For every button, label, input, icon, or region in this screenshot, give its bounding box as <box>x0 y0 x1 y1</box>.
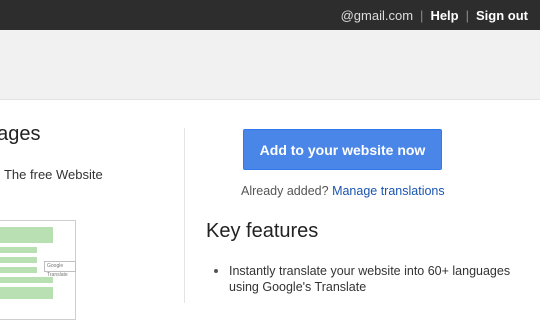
translate-widget-icon: Google Translate <box>44 261 76 278</box>
already-added-text: Already added? <box>241 184 329 198</box>
account-links: @gmail.com | Help | Sign out <box>341 8 528 23</box>
manage-translations-link[interactable]: Manage translations <box>332 184 445 198</box>
thumb-block <box>0 247 37 253</box>
top-bar: @gmail.com | Help | Sign out <box>0 0 540 30</box>
thumb-block <box>0 227 53 243</box>
left-section-title: uages <box>0 123 41 145</box>
header-band <box>0 30 540 100</box>
feature-text: Instantly translate your website into 60… <box>229 264 511 294</box>
separator: | <box>420 8 424 23</box>
thumb-block <box>0 287 53 299</box>
thumb-block <box>0 277 53 283</box>
website-preview-thumbnail: Google Translate <box>0 220 76 320</box>
thumb-block <box>0 267 37 273</box>
thumb-block <box>0 257 37 263</box>
already-added-line: Already added? Manage translations <box>241 184 445 198</box>
bullet-icon <box>214 269 218 273</box>
key-features-title: Key features <box>206 220 319 242</box>
add-to-website-button[interactable]: Add to your website now <box>243 129 442 170</box>
key-features-list: Instantly translate your website into 60… <box>214 263 534 295</box>
list-item: Instantly translate your website into 60… <box>214 263 534 295</box>
left-section-text: ! The free Website <box>0 167 103 182</box>
separator: | <box>465 8 469 23</box>
account-email: @gmail.com <box>340 8 414 23</box>
help-link[interactable]: Help <box>430 8 458 23</box>
sign-out-link[interactable]: Sign out <box>476 8 528 23</box>
column-divider <box>184 128 185 303</box>
